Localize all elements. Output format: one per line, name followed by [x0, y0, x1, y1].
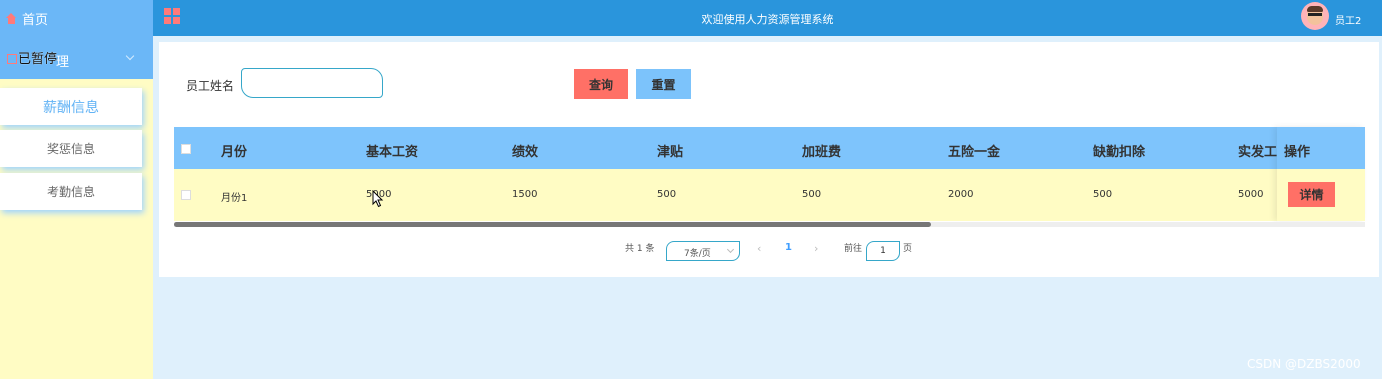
- row-checkbox[interactable]: [181, 190, 191, 200]
- sidebar-group-salary[interactable]: 理 已暂停: [0, 37, 153, 79]
- page-number-current[interactable]: 1: [785, 242, 792, 253]
- next-page-button[interactable]: ›: [814, 242, 818, 255]
- cell-month: 月份1: [221, 193, 248, 204]
- app-title: 欢迎使用人力资源管理系统: [701, 13, 834, 26]
- content-card: 员工姓名 查询 重置 月份 基本工资 绩效 津贴 加班费 五险一金 缺勤扣除 实…: [159, 42, 1379, 277]
- avatar[interactable]: [1301, 2, 1329, 30]
- chevron-down-icon: [125, 51, 135, 61]
- page-size-value: 7条/页: [684, 249, 711, 259]
- sidebar-item-home[interactable]: 首页: [0, 0, 153, 37]
- col-month: 月份: [221, 145, 248, 160]
- goto-page-input[interactable]: 1: [866, 241, 900, 261]
- mouse-cursor-icon: [372, 190, 384, 208]
- col-base-salary: 基本工资: [366, 145, 419, 160]
- sidebar-home-label: 首页: [22, 13, 49, 28]
- sidebar-item-salary-info[interactable]: 薪酬信息: [0, 88, 142, 125]
- cell-allowance: 500: [657, 189, 677, 200]
- col-insurance: 五险一金: [948, 145, 1001, 160]
- col-overtime: 加班费: [802, 145, 842, 160]
- prev-page-button[interactable]: ‹: [757, 242, 761, 255]
- sidebar-item-reward-info[interactable]: 奖惩信息: [0, 130, 142, 167]
- query-button[interactable]: 查询: [574, 69, 628, 99]
- cell-absence-deduction: 500: [1093, 189, 1113, 200]
- salary-table: 月份 基本工资 绩效 津贴 加班费 五险一金 缺勤扣除 实发工资 月份1 500…: [174, 127, 1365, 227]
- col-action: 操作: [1284, 145, 1311, 160]
- folder-icon: [7, 54, 17, 64]
- username[interactable]: 员工2: [1335, 12, 1361, 27]
- fixed-action-column: 操作 详情: [1277, 127, 1365, 221]
- goto-prefix: 前往: [844, 244, 863, 254]
- home-icon: [6, 13, 17, 24]
- col-allowance: 津贴: [657, 145, 684, 160]
- scrollbar-thumb[interactable]: [174, 222, 931, 227]
- col-performance: 绩效: [512, 145, 539, 160]
- top-header: 欢迎使用人力资源管理系统 员工2: [153, 0, 1382, 36]
- cell-insurance: 2000: [948, 189, 974, 200]
- sidebar-group-label: 理: [56, 55, 70, 70]
- employee-name-input[interactable]: [241, 68, 383, 98]
- cell-net-salary: 5000: [1238, 189, 1264, 200]
- chevron-down-icon: [726, 245, 735, 254]
- reset-button[interactable]: 重置: [636, 69, 691, 99]
- cell-overtime: 500: [802, 189, 822, 200]
- sidebar-item-attendance-info[interactable]: 考勤信息: [0, 173, 142, 210]
- page-size-select[interactable]: 7条/页: [666, 241, 740, 261]
- table-row[interactable]: 月份1 5000 1500 500 500 2000 500 5000: [174, 169, 1365, 221]
- detail-button[interactable]: 详情: [1288, 182, 1335, 207]
- table-header: 月份 基本工资 绩效 津贴 加班费 五险一金 缺勤扣除 实发工资: [174, 127, 1365, 169]
- col-absence-deduction: 缺勤扣除: [1093, 145, 1146, 160]
- horizontal-scrollbar[interactable]: [174, 222, 1365, 227]
- paused-overlay-text: 已暂停: [18, 52, 58, 67]
- watermark: CSDN @DZBS2000: [1247, 357, 1361, 371]
- sidebar: 首页 理 已暂停 薪酬信息 奖惩信息 考勤信息: [0, 0, 153, 379]
- select-all-checkbox[interactable]: [181, 144, 191, 154]
- goto-suffix: 页: [903, 244, 913, 254]
- cell-performance: 1500: [512, 189, 538, 200]
- employee-name-label: 员工姓名: [186, 79, 235, 93]
- pagination-total: 共 1 条: [625, 244, 655, 254]
